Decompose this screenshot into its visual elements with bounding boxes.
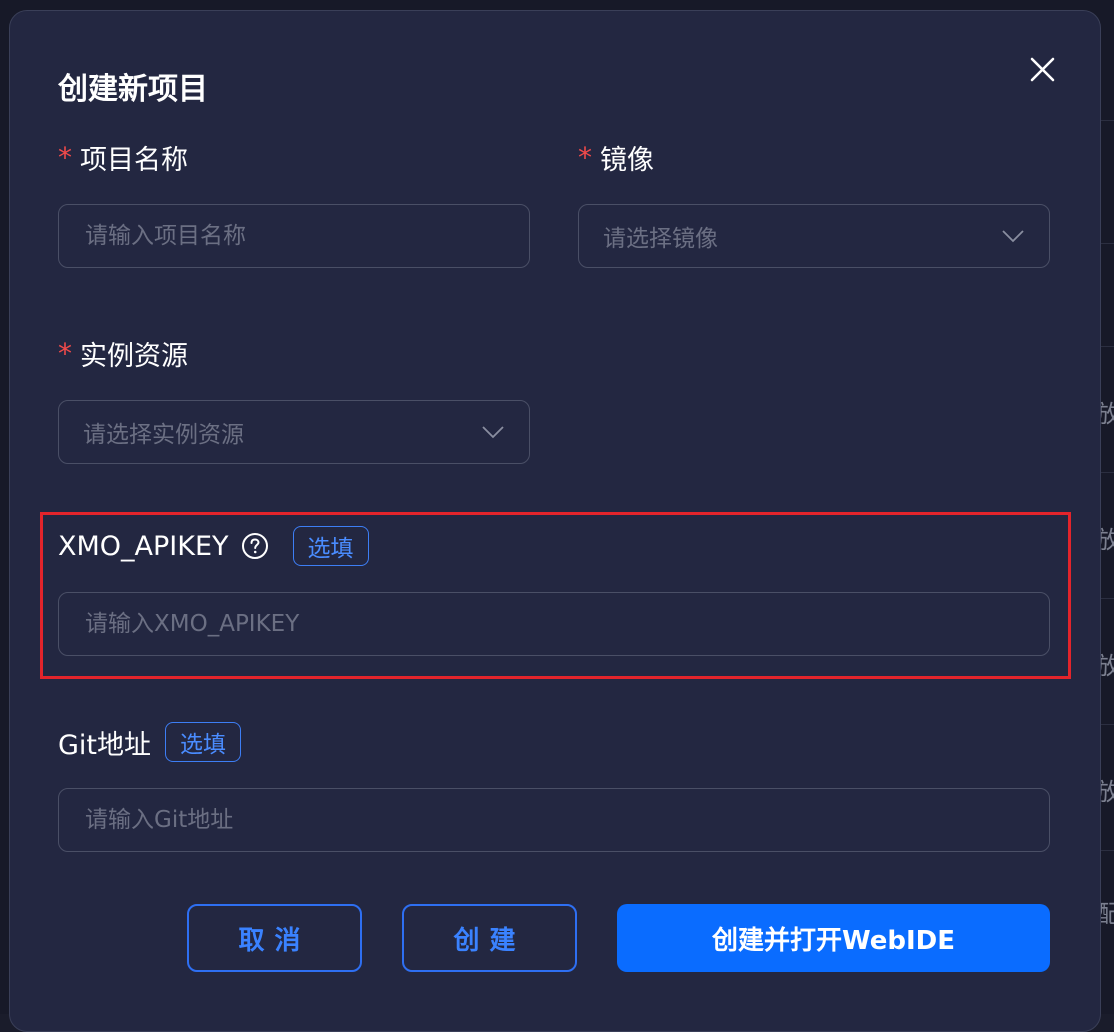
create-and-open-webide-button[interactable]: 创建并打开WebIDE [617,904,1050,972]
chevron-down-icon [1002,230,1024,243]
create-button[interactable]: 创建 [402,904,577,972]
instance-select-placeholder: 请选择实例资源 [83,422,244,448]
git-label: Git地址 选填 [58,720,242,764]
optional-tag: 选填 [292,526,369,566]
optional-tag: 选填 [165,722,242,762]
required-mark: * [58,337,72,370]
instance-select[interactable]: 请选择实例资源 [58,400,530,464]
image-select[interactable]: 请选择镜像 [578,204,1050,268]
chevron-down-icon [482,426,504,439]
apikey-field[interactable] [58,592,1050,656]
image-label: * 镜像 [578,138,654,177]
git-url-input[interactable] [83,806,1025,834]
git-label-text: Git地址 [58,729,152,761]
help-icon[interactable] [241,532,269,560]
git-field[interactable] [58,788,1050,852]
required-mark: * [58,141,72,174]
image-select-placeholder: 请选择镜像 [603,226,718,252]
close-icon [1030,57,1055,82]
project-name-input[interactable] [83,222,505,250]
project-name-label-text: 项目名称 [80,145,188,176]
project-name-label: * 项目名称 [58,138,188,177]
apikey-label-text: XMO_APIKEY [58,530,229,562]
image-label-text: 镜像 [600,145,654,176]
required-mark: * [578,141,592,174]
apikey-input[interactable] [83,610,1025,638]
modal-title: 创建新项目 [58,72,208,107]
close-button[interactable] [1022,50,1062,90]
instance-label-text: 实例资源 [80,341,188,372]
project-name-field[interactable] [58,204,530,268]
apikey-label: XMO_APIKEY 选填 [58,524,369,568]
cancel-button[interactable]: 取消 [187,904,362,972]
instance-label: * 实例资源 [58,334,188,373]
